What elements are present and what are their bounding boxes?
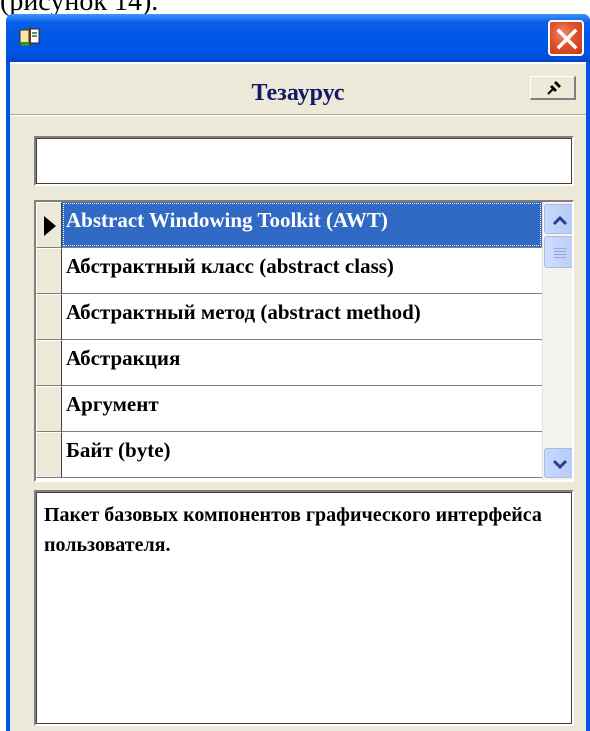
description-memo[interactable]: Пакет базовых компонентов графического и… [34,490,574,726]
scroll-down-button[interactable] [544,448,572,478]
table-row[interactable]: Абстрактный метод (abstract method) [36,294,542,340]
scroll-thumb[interactable] [544,236,572,268]
search-input[interactable] [34,136,574,186]
pin-button[interactable] [530,76,576,100]
row-indicator[interactable] [36,340,62,386]
term-cell[interactable]: Байт (byte) [62,432,542,477]
scroll-up-button[interactable] [544,204,572,234]
title-bar[interactable] [6,14,590,62]
close-button[interactable] [548,20,584,56]
chevron-down-icon [552,459,568,470]
dictionary-book-icon[interactable] [18,25,42,49]
term-cell[interactable]: Abstract Windowing Toolkit (AWT) [62,202,542,247]
table-row[interactable]: Аргумент [36,386,542,432]
panel-title: Тезаурус [251,80,345,106]
header-separator [10,114,586,116]
client-area: Тезаурус Abstract Windowing Toolkit (AWT… [10,62,586,731]
chevron-up-icon [552,215,568,226]
table-row[interactable]: Абстракция [36,340,542,386]
row-indicator[interactable] [36,202,62,248]
pin-icon [547,81,561,95]
description-text: Пакет базовых компонентов графического и… [44,504,542,556]
row-indicator[interactable] [36,432,62,478]
table-row[interactable]: Abstract Windowing Toolkit (AWT) [36,202,542,248]
row-indicator[interactable] [36,294,62,340]
term-cell[interactable]: Абстракция [62,340,542,385]
current-row-arrow-icon [44,216,56,236]
term-cell[interactable]: Абстрактный метод (abstract method) [62,294,542,339]
close-icon [556,28,578,50]
term-cell[interactable]: Абстрактный класс (abstract class) [62,248,542,293]
thesaurus-window: Тезаурус Abstract Windowing Toolkit (AWT… [6,14,590,731]
row-indicator[interactable] [36,386,62,432]
table-row[interactable]: Байт (byte) [36,432,542,478]
term-cell[interactable]: Аргумент [62,386,542,431]
vertical-scrollbar[interactable] [542,202,572,480]
row-indicator[interactable] [36,248,62,294]
table-row[interactable]: Абстрактный класс (abstract class) [36,248,542,294]
terms-grid[interactable]: Abstract Windowing Toolkit (AWT) Абстрак… [34,200,574,482]
header-highlight [10,62,586,64]
